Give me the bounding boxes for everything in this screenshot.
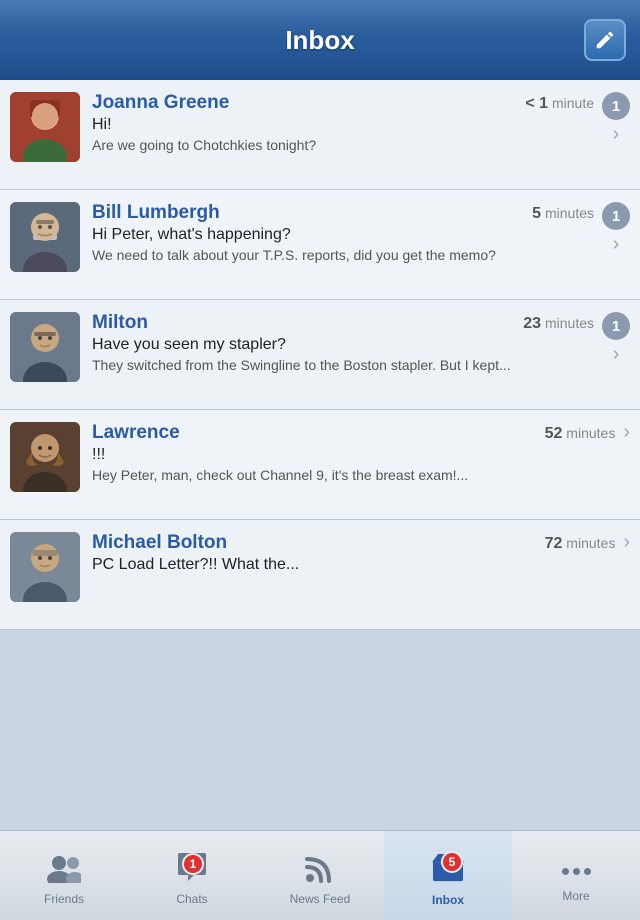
timestamp: 5 minutes	[532, 205, 594, 223]
tab-bar: Friends 1 Chats News Feed	[0, 830, 640, 920]
tab-chats[interactable]: 1 Chats	[128, 831, 256, 920]
sender-name: Bill Lumbergh	[92, 202, 220, 224]
chevron-right-icon: ›	[623, 532, 630, 552]
timestamp: 72 minutes	[545, 535, 616, 553]
message-content: Lawrence 52 minutes !!! Hey Peter, man, …	[92, 422, 615, 485]
message-item[interactable]: Lawrence 52 minutes !!! Hey Peter, man, …	[0, 410, 640, 520]
message-first-line: Hi Peter, what's happening?	[92, 226, 594, 244]
message-first-line: Have you seen my stapler?	[92, 336, 594, 354]
timestamp: 23 minutes	[523, 315, 594, 333]
tab-newsfeed[interactable]: News Feed	[256, 831, 384, 920]
timestamp: < 1 minute	[525, 95, 594, 113]
message-content: Michael Bolton 72 minutes PC Load Letter…	[92, 532, 615, 576]
message-item[interactable]: Bill Lumbergh 5 minutes Hi Peter, what's…	[0, 190, 640, 300]
sender-name: Michael Bolton	[92, 532, 227, 554]
tab-inbox-label: Inbox	[432, 893, 464, 907]
message-actions: 1 ›	[602, 312, 630, 364]
message-first-line: Hi!	[92, 116, 594, 134]
tab-chats-label: Chats	[176, 892, 207, 906]
message-actions: 1 ›	[602, 202, 630, 254]
dot1	[562, 868, 569, 875]
message-preview: Hey Peter, man, check out Channel 9, it'…	[92, 466, 615, 485]
message-content: Bill Lumbergh 5 minutes Hi Peter, what's…	[92, 202, 594, 265]
message-actions: ›	[623, 532, 630, 552]
tab-more[interactable]: More	[512, 831, 640, 920]
message-preview: We need to talk about your T.P.S. report…	[92, 246, 594, 265]
dot2	[573, 868, 580, 875]
sender-name: Joanna Greene	[92, 92, 229, 114]
message-actions: ›	[623, 422, 630, 442]
newsfeed-icon	[305, 853, 335, 890]
page-title: Inbox	[285, 25, 354, 56]
avatar	[10, 92, 80, 162]
message-first-line: !!!	[92, 446, 615, 464]
tab-newsfeed-label: News Feed	[290, 892, 351, 906]
dot3	[584, 868, 591, 875]
avatar	[10, 202, 80, 272]
tab-friends[interactable]: Friends	[0, 831, 128, 920]
message-first-line: PC Load Letter?!! What the...	[92, 556, 615, 574]
tab-more-label: More	[562, 889, 589, 903]
chevron-right-icon: ›	[613, 344, 620, 364]
avatar	[10, 422, 80, 492]
friends-icon	[47, 853, 81, 890]
compose-icon	[594, 29, 616, 51]
compose-button[interactable]	[584, 19, 626, 61]
sender-name: Milton	[92, 312, 148, 334]
avatar	[10, 532, 80, 602]
inbox-icon: 5	[431, 853, 465, 891]
unread-badge: 1	[602, 312, 630, 340]
timestamp: 52 minutes	[545, 425, 616, 443]
message-content: Joanna Greene < 1 minute Hi! Are we goin…	[92, 92, 594, 155]
message-item[interactable]: Joanna Greene < 1 minute Hi! Are we goin…	[0, 80, 640, 190]
unread-badge: 1	[602, 202, 630, 230]
message-item[interactable]: Michael Bolton 72 minutes PC Load Letter…	[0, 520, 640, 630]
chevron-right-icon: ›	[623, 422, 630, 442]
avatar	[10, 312, 80, 382]
header: Inbox	[0, 0, 640, 80]
more-icon	[562, 857, 591, 887]
message-actions: 1 ›	[602, 92, 630, 144]
tab-inbox[interactable]: 5 Inbox	[384, 831, 512, 920]
chevron-right-icon: ›	[613, 234, 620, 254]
message-preview: They switched from the Swingline to the …	[92, 356, 594, 375]
inbox-badge: 5	[441, 851, 463, 873]
sender-name: Lawrence	[92, 422, 180, 444]
chats-icon: 1	[176, 853, 208, 890]
unread-badge: 1	[602, 92, 630, 120]
message-item[interactable]: Milton 23 minutes Have you seen my stapl…	[0, 300, 640, 410]
message-preview: Are we going to Chotchkies tonight?	[92, 136, 594, 155]
chats-badge: 1	[182, 853, 204, 875]
chevron-right-icon: ›	[613, 124, 620, 144]
message-list: Joanna Greene < 1 minute Hi! Are we goin…	[0, 80, 640, 830]
message-content: Milton 23 minutes Have you seen my stapl…	[92, 312, 594, 375]
tab-friends-label: Friends	[44, 892, 84, 906]
